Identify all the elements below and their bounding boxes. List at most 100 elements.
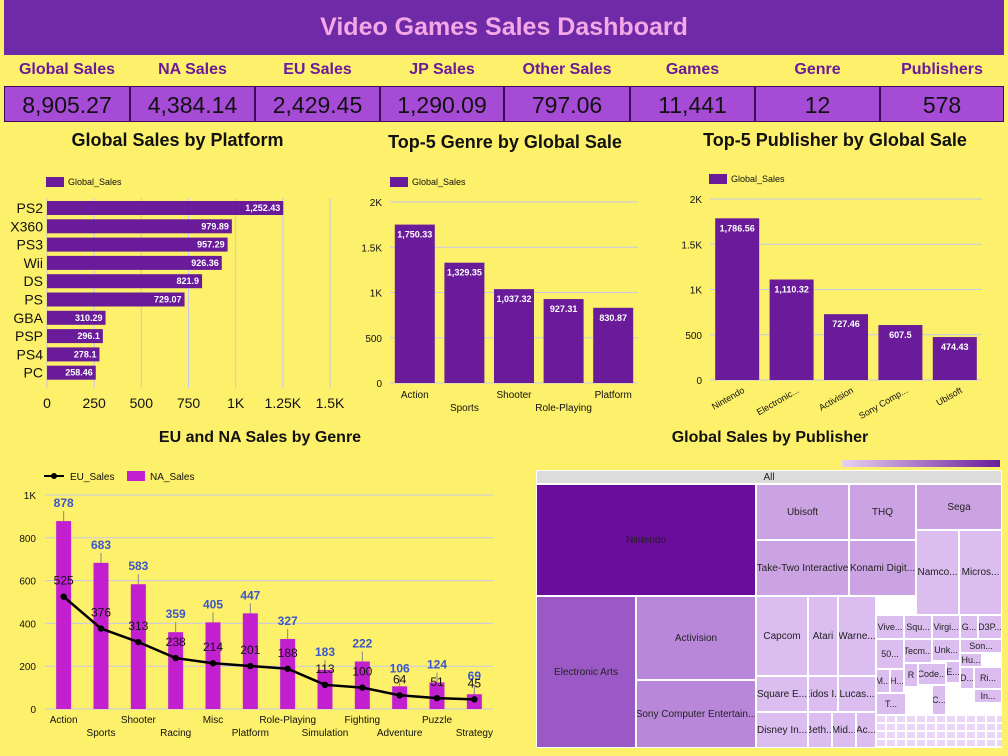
kpi-label-na-sales: NA Sales (158, 61, 227, 78)
eu-value-label: 45 (468, 676, 482, 690)
treemap-cell (896, 739, 906, 747)
bar-value-label: 1,750.33 (397, 230, 432, 240)
treemap-cell (976, 731, 986, 739)
eu-sales-marker (284, 665, 291, 672)
bar-value-label: 310.29 (75, 313, 103, 323)
treemap-cell (896, 747, 906, 748)
treemap-cell: Sony Computer Entertain... (636, 680, 756, 748)
eu-value-label: 100 (352, 665, 372, 679)
eu-sales-marker (321, 681, 329, 689)
treemap-cell (936, 747, 946, 748)
eu-sales-marker (97, 625, 105, 632)
treemap-cell (986, 715, 996, 723)
bar-value-label: 296.1 (77, 331, 100, 341)
treemap-cell: T... (876, 693, 906, 715)
x-tick-label: 500 (130, 395, 154, 411)
x-category-label: Shooter (121, 715, 157, 726)
treemap-cell: Activision (636, 596, 756, 680)
y-category-label: PS2 (17, 200, 44, 216)
kpi-label-genre: Genre (794, 61, 841, 78)
y-category-label: PSP (15, 328, 43, 344)
treemap-cell: Squ... (904, 615, 932, 639)
eu-value-label: 238 (166, 635, 186, 649)
treemap-cell (986, 739, 996, 747)
bar-value-label: 926.36 (191, 258, 219, 268)
y-category-label: PC (24, 365, 43, 381)
na-value-label: 359 (166, 607, 186, 621)
y-tick-label: 0 (30, 705, 36, 716)
treemap-cell (936, 739, 946, 747)
kpi-value-global-sales: 8,905.27 (4, 86, 130, 122)
treemap-cell: Namco... (916, 530, 959, 615)
treemap-cell: Nintendo (536, 484, 756, 596)
bar-value-label: 1,252.43 (245, 203, 280, 213)
kpi-label-publishers: Publishers (901, 61, 983, 78)
treemap-cell (966, 715, 976, 723)
treemap-cell (996, 731, 1002, 739)
treemap-cell: Atari (808, 596, 838, 676)
y-tick-label: 1.5K (361, 243, 382, 254)
kpi-value-jp-sales: 1,290.09 (380, 86, 504, 122)
na-value-label: 222 (352, 636, 372, 650)
treemap-cell (956, 723, 966, 731)
y-tick-label: 1.5K (681, 240, 702, 251)
na-sales-bar (130, 584, 146, 709)
treemap-cell: Unk... (932, 639, 960, 661)
eu-value-label: 51 (430, 675, 444, 689)
treemap-cell (946, 715, 956, 723)
treemap-cell (966, 723, 976, 731)
y-tick-label: 2K (370, 198, 383, 209)
x-category-label: Platform (595, 390, 632, 401)
x-tick-label: 1.25K (265, 395, 302, 411)
bar-value-label: 821.9 (177, 276, 200, 286)
x-tick-label: 250 (82, 395, 106, 411)
kpi-value-games: 11,441 (630, 86, 755, 122)
na-value-label: 183 (315, 645, 335, 659)
na-sales-bar (242, 613, 258, 709)
treemap-cell: In... (974, 689, 1002, 703)
publisher-sales-chart: 0 500 1K 1.5K 2K Global_Sales 1,786.56 Nintendo… (681, 174, 982, 421)
x-category-label: Strategy (456, 728, 493, 739)
bar-value-label: 830.87 (599, 313, 627, 323)
treemap-cell: M... (876, 669, 890, 693)
eu-sales-marker (471, 696, 478, 703)
legend-eu-label: EU_Sales (70, 472, 114, 483)
na-value-label: 327 (278, 614, 298, 628)
treemap-cell: Vive... (876, 615, 904, 639)
treemap-cell (946, 731, 956, 739)
treemap-color-legend (842, 460, 1000, 467)
treemap-cell (886, 715, 896, 723)
treemap-title: Global Sales by Publisher (671, 429, 869, 446)
treemap-cell: Take-Two Interactive (756, 540, 849, 596)
treemap-cell (926, 723, 936, 731)
eu-sales-marker (172, 654, 179, 662)
legend-na-label: NA_Sales (150, 472, 194, 483)
treemap-cell (986, 747, 996, 748)
kpi-value-other-sales: 797.06 (504, 86, 630, 122)
x-category-label: Ubisoft (935, 385, 965, 408)
na-value-label: 405 (203, 597, 223, 611)
treemap-cell: Capcom (756, 596, 808, 676)
kpi-label-games: Games (665, 61, 720, 78)
treemap-cell (946, 747, 956, 748)
bar-value-label: 727.46 (832, 319, 860, 329)
treemap-cell (916, 747, 926, 748)
x-category-label: Electronic... (755, 385, 801, 417)
treemap-cell: E... (946, 661, 960, 683)
treemap-cell: Micros... (959, 530, 1002, 615)
y-tick-label: 1K (24, 491, 37, 502)
kpi-label-eu-sales: EU Sales (283, 61, 352, 78)
kpi-label-jp-sales: JP Sales (409, 61, 475, 78)
eu-sales-marker (209, 660, 217, 667)
x-tick-label: 0 (43, 395, 51, 411)
x-category-label: Racing (160, 728, 191, 739)
bar-value-label: 474.43 (941, 342, 969, 352)
treemap-cell: Tecm... (904, 639, 932, 663)
na-value-label: 124 (427, 657, 447, 671)
x-category-label: Sony Comp... (857, 385, 909, 421)
treemap-cell: Beth... (808, 712, 832, 748)
kpi-value-na-sales: 4,384.14 (130, 86, 255, 122)
y-tick-label: 1K (370, 289, 383, 300)
treemap-cell (946, 739, 956, 747)
treemap-cell (956, 715, 966, 723)
